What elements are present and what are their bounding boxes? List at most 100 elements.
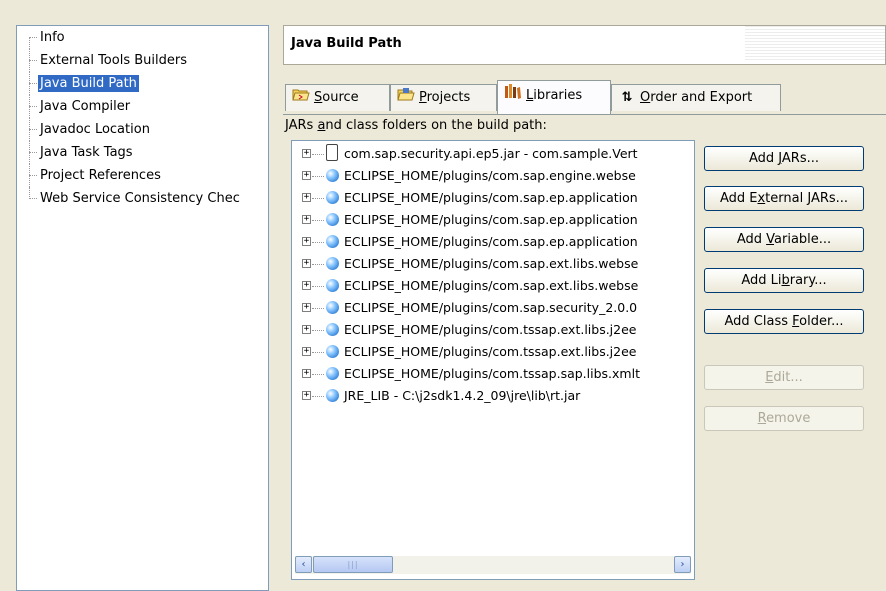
expand-icon[interactable]: + bbox=[302, 193, 311, 202]
list-item-label: ECLIPSE_HOME/plugins/com.sap.ep.applicat… bbox=[344, 190, 638, 205]
page-header: Java Build Path bbox=[283, 25, 886, 65]
scroll-left-button[interactable]: ‹ bbox=[295, 556, 312, 573]
tab-projects[interactable]: Projects bbox=[390, 84, 497, 111]
tree-connector bbox=[312, 264, 324, 265]
variable-icon bbox=[326, 235, 339, 248]
tree-item-label: External Tools Builders bbox=[40, 53, 187, 68]
tree-item-java-build-path[interactable]: Java Build Path bbox=[17, 72, 268, 95]
tab-projects-label: rojects bbox=[426, 90, 471, 105]
button-label: Add Class bbox=[724, 314, 793, 329]
tree-item-info[interactable]: Info bbox=[17, 26, 268, 49]
sort-arrows-icon: ⇅ bbox=[621, 90, 633, 105]
expand-icon[interactable]: + bbox=[302, 149, 311, 158]
list-item-label: ECLIPSE_HOME/plugins/com.tssap.ext.libs.… bbox=[344, 322, 637, 337]
tree-connector bbox=[312, 198, 324, 199]
list-item-label: com.sap.security.api.ep5.jar - com.sampl… bbox=[344, 146, 638, 161]
libraries-list[interactable]: + com.sap.security.api.ep5.jar - com.sam… bbox=[291, 140, 695, 580]
expand-icon[interactable]: + bbox=[302, 347, 311, 356]
tree-connector bbox=[312, 242, 324, 243]
list-item-label: ECLIPSE_HOME/plugins/com.sap.security_2.… bbox=[344, 300, 638, 315]
tree-connector bbox=[312, 374, 324, 375]
add-class-folder-button[interactable]: Add Class Folder... bbox=[704, 309, 864, 334]
scrollbar-thumb[interactable]: ||| bbox=[313, 556, 393, 573]
header-decoration bbox=[745, 26, 885, 62]
tree-item-label: Web Service Consistency Chec bbox=[40, 191, 240, 206]
tree-item-java-compiler[interactable]: Java Compiler bbox=[17, 95, 268, 118]
expand-icon[interactable]: + bbox=[302, 281, 311, 290]
button-label: Add bbox=[748, 151, 779, 166]
books-icon bbox=[504, 81, 522, 111]
tree-connector bbox=[312, 308, 324, 309]
button-label: ariable... bbox=[774, 232, 832, 247]
expand-icon[interactable]: + bbox=[302, 391, 311, 400]
add-external-jars-button[interactable]: Add External JARs... bbox=[704, 186, 864, 211]
add-library-button[interactable]: Add Library... bbox=[704, 268, 864, 293]
expand-icon[interactable]: + bbox=[302, 237, 311, 246]
button-label: dit... bbox=[773, 370, 803, 385]
tree-connector bbox=[312, 286, 324, 287]
folder-source-icon bbox=[292, 85, 310, 111]
button-label: rary... bbox=[789, 273, 827, 288]
variable-icon bbox=[326, 389, 339, 402]
expand-icon[interactable]: + bbox=[302, 215, 311, 224]
expand-icon[interactable]: + bbox=[302, 369, 311, 378]
variable-icon bbox=[326, 279, 339, 292]
chevron-left-icon: ‹ bbox=[301, 559, 306, 570]
remove-button[interactable]: Remove bbox=[704, 406, 864, 431]
horizontal-scrollbar[interactable]: ‹ ||| › bbox=[295, 556, 691, 574]
libraries-caption: JARs and class folders on the build path… bbox=[285, 118, 547, 133]
tab-order-label: rder and Export bbox=[650, 90, 753, 105]
grip-icon: ||| bbox=[347, 560, 359, 569]
property-pages-tree: Info External Tools Builders Java Build … bbox=[16, 25, 269, 591]
tab-panel-border bbox=[283, 114, 886, 115]
tree-item-label: Project References bbox=[40, 168, 161, 183]
add-jars-button[interactable]: Add JARs... bbox=[704, 146, 864, 171]
tree-connector bbox=[312, 330, 324, 331]
tree-item-project-references[interactable]: Project References bbox=[17, 164, 268, 187]
caption-part: JARs bbox=[285, 118, 318, 133]
tree-item-java-task-tags[interactable]: Java Task Tags bbox=[17, 141, 268, 164]
chevron-right-icon: › bbox=[680, 559, 685, 570]
button-mnemonic: R bbox=[757, 411, 767, 426]
list-item-label: ECLIPSE_HOME/plugins/com.tssap.ext.libs.… bbox=[344, 344, 637, 359]
tree-item-javadoc-location[interactable]: Javadoc Location bbox=[17, 118, 268, 141]
tree-connector bbox=[312, 352, 324, 353]
variable-icon bbox=[326, 323, 339, 336]
scroll-right-button[interactable]: › bbox=[674, 556, 691, 573]
edit-button[interactable]: Edit... bbox=[704, 365, 864, 390]
expand-icon[interactable]: + bbox=[302, 303, 311, 312]
tab-libraries[interactable]: Libraries bbox=[497, 80, 611, 114]
folder-projects-icon bbox=[397, 85, 415, 111]
tree-item-label: Info bbox=[40, 30, 65, 45]
tree-connector bbox=[312, 220, 324, 221]
variable-icon bbox=[326, 191, 339, 204]
list-item-label: ECLIPSE_HOME/plugins/com.sap.ext.libs.we… bbox=[344, 256, 639, 271]
page-title: Java Build Path bbox=[291, 36, 402, 51]
list-item-label: ECLIPSE_HOME/plugins/com.sap.ep.applicat… bbox=[344, 234, 638, 249]
list-item-label: ECLIPSE_HOME/plugins/com.tssap.sap.libs.… bbox=[344, 366, 640, 381]
tree-item-web-service-consistency[interactable]: Web Service Consistency Chec bbox=[17, 187, 268, 210]
tree-item-external-tools-builders[interactable]: External Tools Builders bbox=[17, 49, 268, 72]
expand-icon[interactable]: + bbox=[302, 259, 311, 268]
tree-item-label: Java Task Tags bbox=[40, 145, 133, 160]
tree-item-label: Java Compiler bbox=[40, 99, 131, 114]
list-item-label: JRE_LIB - C:\j2sdk1.4.2_09\jre\lib\rt.ja… bbox=[344, 388, 581, 403]
expand-icon[interactable]: + bbox=[302, 325, 311, 334]
button-label: ARs... bbox=[781, 151, 820, 166]
tab-source[interactable]: Source bbox=[285, 84, 390, 111]
variable-icon bbox=[326, 257, 339, 270]
button-label: Add Li bbox=[741, 273, 782, 288]
tab-order-and-export[interactable]: ⇅ Order and Export bbox=[611, 84, 781, 111]
list-item-label: ECLIPSE_HOME/plugins/com.sap.ep.applicat… bbox=[344, 212, 638, 227]
expand-icon[interactable]: + bbox=[302, 171, 311, 180]
variable-icon bbox=[326, 367, 339, 380]
button-mnemonic: V bbox=[766, 232, 775, 247]
tree-connector bbox=[312, 176, 324, 177]
add-variable-button[interactable]: Add Variable... bbox=[704, 227, 864, 252]
button-label: ternal JARs... bbox=[765, 191, 849, 206]
tree-connector bbox=[312, 396, 324, 397]
button-label: Add E bbox=[719, 191, 758, 206]
list-item-label: ECLIPSE_HOME/plugins/com.sap.ext.libs.we… bbox=[344, 278, 639, 293]
variable-icon bbox=[326, 301, 339, 314]
variable-icon bbox=[326, 169, 339, 182]
